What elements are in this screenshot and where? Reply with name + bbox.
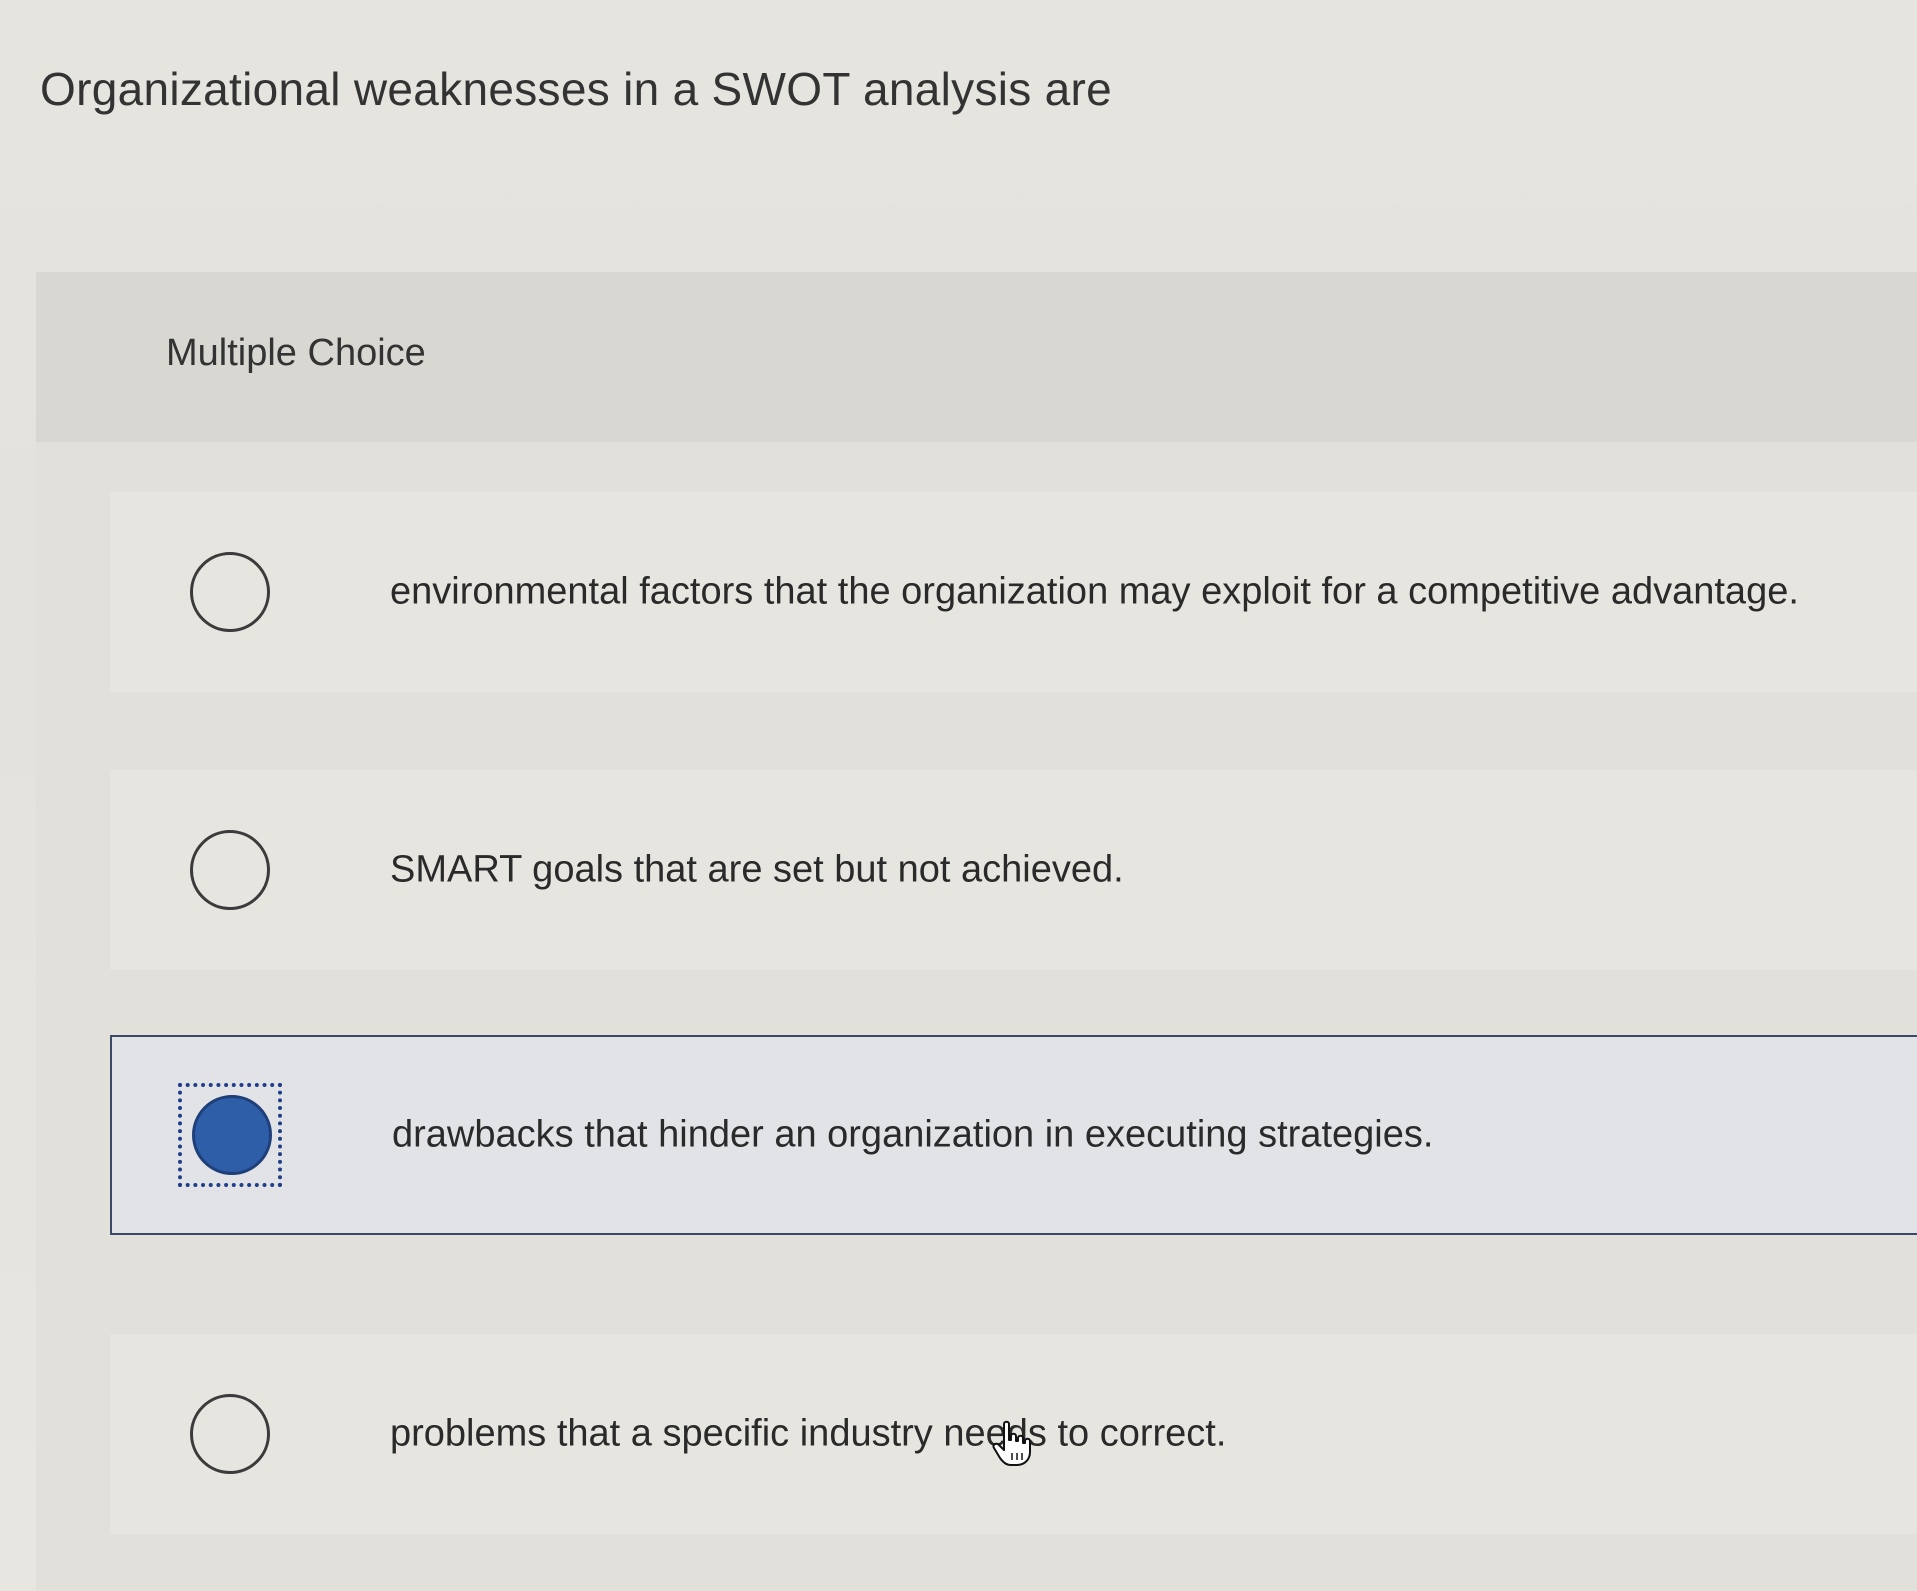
hand-pointer-icon <box>992 1420 1031 1466</box>
answer-option-1[interactable]: environmental factors that the organizat… <box>110 492 1917 692</box>
multiple-choice-header: Multiple Choice <box>36 272 1917 442</box>
options-list: environmental factors that the organizat… <box>36 442 1917 1591</box>
radio-button-unselected[interactable] <box>190 1394 270 1474</box>
option-label: environmental factors that the organizat… <box>390 570 1799 613</box>
page: Organizational weaknesses in a SWOT anal… <box>0 0 1917 1591</box>
option-label: problems that a specific industry needs … <box>390 1412 1227 1455</box>
multiple-choice-label: Multiple Choice <box>166 332 426 374</box>
option-label: drawbacks that hinder an organization in… <box>392 1113 1434 1156</box>
answer-option-3-selected[interactable]: drawbacks that hinder an organization in… <box>110 1035 1917 1235</box>
radio-button-unselected[interactable] <box>190 552 270 632</box>
radio-button-unselected[interactable] <box>190 830 270 910</box>
radio-button-selected[interactable] <box>192 1095 272 1175</box>
answer-option-2[interactable]: SMART goals that are set but not achieve… <box>110 770 1917 970</box>
option-label: SMART goals that are set but not achieve… <box>390 848 1124 891</box>
multiple-choice-panel: Multiple Choice environmental factors th… <box>36 272 1917 1591</box>
question-text: Organizational weaknesses in a SWOT anal… <box>40 63 1113 115</box>
